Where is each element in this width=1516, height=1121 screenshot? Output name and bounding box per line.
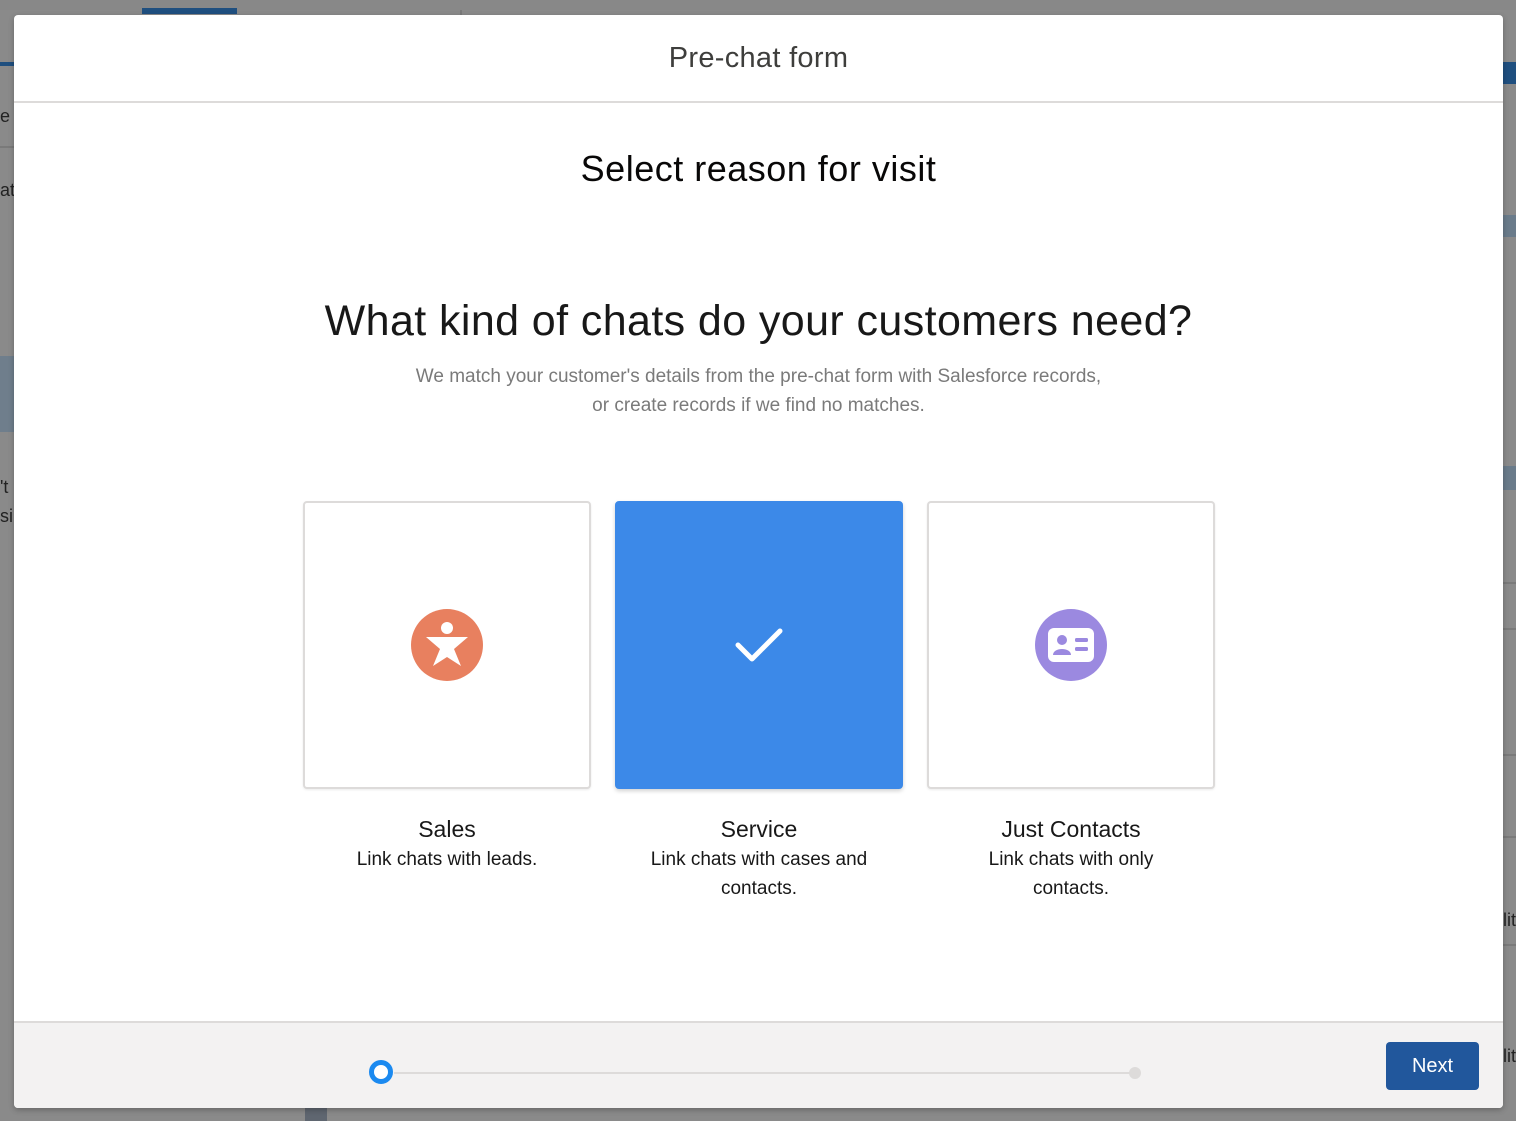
background-divider xyxy=(1503,582,1516,584)
background-text-fragment: at xyxy=(0,180,16,200)
next-button[interactable]: Next xyxy=(1386,1042,1479,1090)
option-tile-service[interactable] xyxy=(615,501,903,789)
background-text-fragment: si xyxy=(0,506,13,526)
checkmark-icon xyxy=(735,628,783,662)
background-text-fragment: e xyxy=(0,106,11,126)
option-description: Link chats with cases and contacts. xyxy=(650,849,868,899)
modal-title: Pre-chat form xyxy=(668,41,849,74)
option-tile-just-contacts[interactable] xyxy=(927,501,1215,789)
background-divider xyxy=(1503,836,1516,838)
pre-chat-form-modal: Pre-chat form Select reason for visit Wh… xyxy=(14,15,1503,1108)
background-block-right xyxy=(1503,466,1516,490)
option-service: Service Link chats with cases and contac… xyxy=(615,501,903,903)
contact-card-icon xyxy=(1035,609,1107,681)
background-divider xyxy=(0,146,14,148)
option-name: Just Contacts xyxy=(1001,816,1141,842)
modal-footer: Next xyxy=(14,1021,1503,1108)
option-description: Link chats with leads. xyxy=(356,849,538,870)
question-subtitle: We match your customer's details from th… xyxy=(14,362,1503,420)
question-heading: What kind of chats do your customers nee… xyxy=(324,297,1193,345)
background-divider xyxy=(1503,628,1516,630)
subtitle-line: We match your customer's details from th… xyxy=(415,366,1102,387)
background-accent-right xyxy=(1503,62,1516,84)
option-sales: Sales Link chats with leads. xyxy=(303,501,591,874)
option-tile-sales[interactable] xyxy=(303,501,591,789)
option-name: Sales xyxy=(418,816,476,842)
progress-step-final xyxy=(1129,1067,1141,1079)
background-block-right xyxy=(1503,215,1516,237)
background-text-fragment: 't xyxy=(0,477,9,497)
progress-step-current xyxy=(369,1060,393,1084)
background-active-tab xyxy=(142,8,237,14)
step-title: Select reason for visit xyxy=(580,148,937,189)
progress-track xyxy=(394,1072,1134,1074)
lead-person-icon xyxy=(411,609,483,681)
background-text-fragment: lit xyxy=(1503,910,1516,930)
option-description: Link chats with only contacts. xyxy=(988,849,1154,899)
background-divider xyxy=(1503,754,1516,756)
background-accent-left xyxy=(0,62,14,66)
modal-header: Pre-chat form xyxy=(14,15,1503,103)
background-card-left xyxy=(0,356,14,432)
option-just-contacts: Just Contacts Link chats with only conta… xyxy=(927,501,1215,903)
background-text-fragment: lit xyxy=(1503,1046,1516,1066)
background-divider xyxy=(1503,944,1516,946)
option-name: Service xyxy=(720,816,798,842)
background-bottom-element xyxy=(305,1108,327,1121)
subtitle-line: or create records if we find no matches. xyxy=(592,395,925,416)
